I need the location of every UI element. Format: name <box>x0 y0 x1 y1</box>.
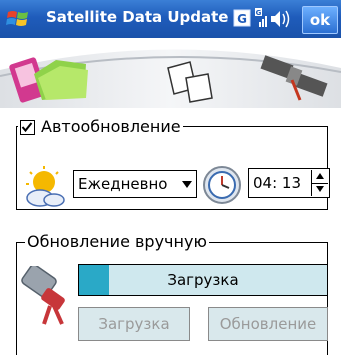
svg-text:G: G <box>237 12 247 26</box>
status-icons[interactable]: G G <box>233 7 297 31</box>
svg-text:G: G <box>256 9 262 17</box>
manual-update-legend: Обновление вручную <box>25 231 209 253</box>
download-progress-bar: Загрузка <box>78 264 328 296</box>
spin-up-button[interactable] <box>312 170 328 184</box>
frequency-value: Ежедневно <box>78 175 168 193</box>
weather-icon <box>26 166 65 207</box>
time-stepper[interactable] <box>311 170 328 196</box>
auto-update-label: Автообновление <box>41 117 181 136</box>
arrow-down-icon <box>316 186 324 192</box>
gps-icon: G <box>233 9 251 27</box>
auto-update-checkbox[interactable] <box>20 119 35 135</box>
banner-art <box>0 49 341 108</box>
clock-icon <box>203 166 241 204</box>
time-input[interactable]: 04: 13 <box>248 168 330 198</box>
arrow-up-icon <box>316 173 324 179</box>
checkmark-icon <box>21 121 33 132</box>
download-button[interactable]: Загрузка <box>78 307 190 341</box>
chevron-down-icon[interactable] <box>182 181 192 188</box>
spin-down-button[interactable] <box>312 183 328 196</box>
auto-update-legend[interactable]: Автообновление <box>18 116 183 138</box>
ok-button[interactable]: ok <box>302 6 338 34</box>
volume-icon <box>271 10 290 28</box>
windows-start-icon[interactable] <box>6 8 30 30</box>
frequency-select[interactable]: Ежедневно <box>73 170 197 198</box>
app-title: Satellite Data Update <box>46 8 229 26</box>
update-button[interactable]: Обновление <box>208 307 328 341</box>
signal-icon: G <box>255 8 267 27</box>
telescope-icon <box>21 266 65 325</box>
title-bar: Satellite Data Update G G ok <box>0 0 341 38</box>
time-value: 04: 13 <box>253 174 301 192</box>
progress-label: Загрузка <box>167 271 239 289</box>
header-banner <box>0 38 341 108</box>
